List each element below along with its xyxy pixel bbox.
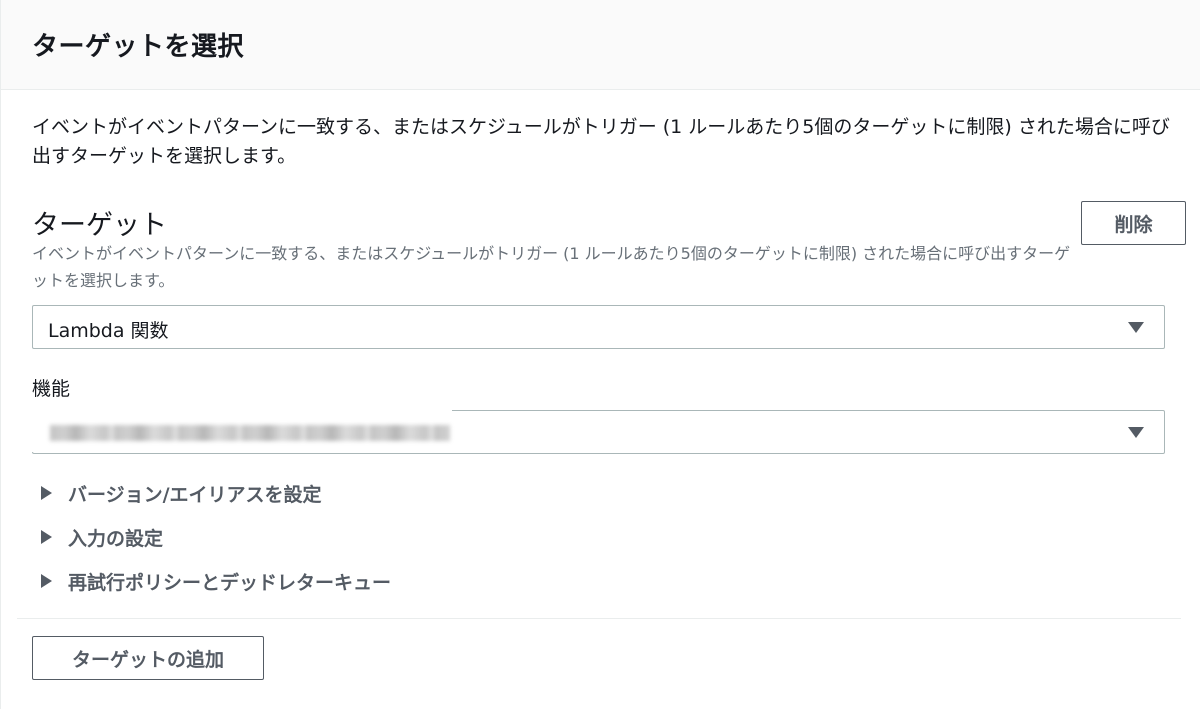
expander-label: 入力の設定 [68, 527, 164, 550]
add-target-button[interactable]: ターゲットの追加 [32, 636, 264, 680]
target-type-value: Lambda 関数 [48, 320, 169, 342]
function-label: 機能 [32, 374, 77, 403]
redacted-function-name [32, 400, 452, 452]
divider [17, 618, 1181, 619]
select-targets-panel: ターゲットを選択 イベントがイベントパターンに一致する、またはスケジュールがトリ… [0, 0, 1200, 709]
expander-label: バージョン/エイリアスを設定 [68, 483, 322, 506]
caret-right-icon [41, 530, 52, 544]
expander-input-settings[interactable]: 入力の設定 [41, 522, 163, 552]
target-heading: ターゲット [32, 210, 167, 241]
target-description: イベントがイベントパターンに一致する、またはスケジュールがトリガー (1 ルール… [32, 244, 1071, 290]
target-type-select[interactable]: Lambda 関数 [32, 305, 1165, 349]
caret-down-icon [1128, 322, 1144, 333]
expander-version-alias[interactable]: バージョン/エイリアスを設定 [41, 478, 322, 508]
caret-right-icon [41, 574, 52, 588]
panel-title: ターゲットを選択 [32, 32, 245, 62]
caret-down-icon [1128, 427, 1144, 438]
expander-label: 再試行ポリシーとデッドレターキュー [68, 571, 392, 594]
panel-description: イベントがイベントパターンに一致する、またはスケジュールがトリガー (1 ルール… [32, 116, 1170, 167]
caret-right-icon [41, 486, 52, 500]
redaction-blur [50, 425, 450, 441]
delete-button[interactable]: 削除 [1081, 201, 1186, 245]
expander-retry-dlq[interactable]: 再試行ポリシーとデッドレターキュー [41, 566, 391, 596]
panel-header: ターゲットを選択 [1, 0, 1200, 90]
